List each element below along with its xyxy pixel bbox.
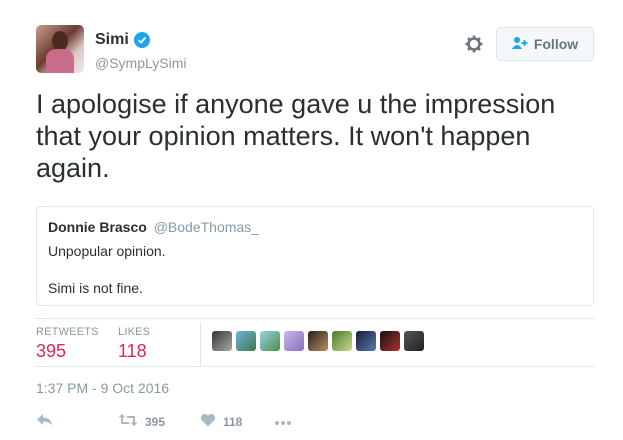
author-name-row: Simi — [95, 31, 150, 49]
author-handle[interactable]: @SympLySimi — [95, 55, 187, 71]
likes-count[interactable]: 118 — [118, 341, 147, 362]
divider — [36, 366, 594, 367]
divider — [36, 318, 594, 319]
avatar-body — [46, 49, 74, 73]
reply-button[interactable] — [36, 413, 118, 430]
avatar-face — [52, 31, 68, 51]
retweets-label: RETWEETS — [36, 326, 99, 338]
retweet-icon — [118, 413, 138, 430]
tweet-actions: 395 118 — [36, 413, 292, 430]
liker-avatar[interactable] — [308, 331, 328, 351]
reply-icon — [36, 413, 54, 430]
tweet-timestamp[interactable]: 1:37 PM - 9 Oct 2016 — [36, 380, 169, 396]
quoted-tweet[interactable]: Donnie Brasco @BodeThomas_ Unpopular opi… — [36, 206, 594, 306]
tweet-text: I apologise if anyone gave u the impress… — [36, 89, 556, 183]
more-icon — [274, 415, 292, 429]
author-name[interactable]: Simi — [95, 31, 129, 49]
retweets-count[interactable]: 395 — [36, 341, 66, 362]
retweet-button[interactable]: 395 — [118, 413, 200, 430]
like-button[interactable]: 118 — [200, 413, 274, 430]
more-button[interactable] — [274, 415, 292, 429]
like-count: 118 — [223, 414, 243, 429]
quoted-author-name: Donnie Brasco — [48, 219, 147, 235]
liker-avatar[interactable] — [284, 331, 304, 351]
quoted-header: Donnie Brasco @BodeThomas_ — [48, 219, 259, 235]
liker-avatar[interactable] — [404, 331, 424, 351]
author-avatar[interactable] — [36, 25, 84, 73]
retweet-count: 395 — [145, 414, 166, 429]
quoted-text-line: Simi is not fine. — [48, 280, 143, 296]
liker-avatar[interactable] — [260, 331, 280, 351]
likes-label: LIKES — [118, 326, 151, 338]
gear-icon[interactable] — [465, 35, 483, 53]
liker-avatar[interactable] — [380, 331, 400, 351]
liker-avatar[interactable] — [356, 331, 376, 351]
verified-icon — [133, 32, 150, 48]
quoted-author-handle: @BodeThomas_ — [153, 219, 259, 235]
follow-person-icon — [511, 36, 528, 53]
heart-icon — [200, 413, 216, 430]
follow-label: Follow — [533, 36, 579, 52]
liker-avatar[interactable] — [236, 331, 256, 351]
quoted-text-line: Unpopular opinion. — [48, 243, 166, 259]
liker-avatars — [212, 331, 424, 351]
liker-avatar[interactable] — [212, 331, 232, 351]
follow-button[interactable]: Follow — [496, 27, 594, 61]
stats-separator — [200, 322, 201, 366]
liker-avatar[interactable] — [332, 331, 352, 351]
